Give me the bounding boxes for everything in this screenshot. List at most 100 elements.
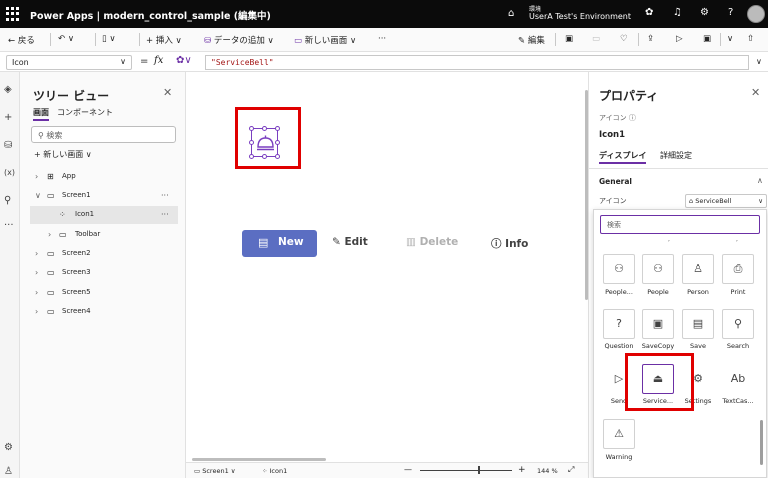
- chevron-right-icon[interactable]: ›: [35, 268, 38, 277]
- comment-icon[interactable]: ▭: [592, 34, 600, 44]
- gear-icon[interactable]: ⚙: [700, 7, 709, 18]
- screen-selector[interactable]: ▭ Screen1 ∨: [194, 467, 236, 475]
- back-label: 戻る: [17, 36, 35, 46]
- chevron-up-icon[interactable]: ∧: [757, 176, 763, 185]
- property-dropdown[interactable]: Icon ∨: [6, 55, 132, 70]
- variables-icon[interactable]: (x): [4, 168, 15, 177]
- people-icon[interactable]: ⚇: [642, 254, 674, 284]
- more-options-icon[interactable]: ···: [161, 210, 169, 219]
- zoom-slider[interactable]: [420, 470, 512, 471]
- paste-button[interactable]: ▯ ∨: [102, 34, 116, 44]
- search-icon[interactable]: ⚲: [4, 195, 11, 206]
- tab-screens[interactable]: 画面: [33, 107, 49, 121]
- resize-handle[interactable]: [262, 126, 267, 131]
- expand-formula-icon[interactable]: ∨: [756, 57, 762, 66]
- info-button[interactable]: ⓘ Info: [491, 236, 528, 251]
- resize-handle[interactable]: [249, 154, 254, 159]
- chevron-right-icon[interactable]: ›: [35, 172, 38, 181]
- account-icon[interactable]: ♙: [4, 466, 13, 477]
- search-icon[interactable]: ⚲: [722, 309, 754, 339]
- new-screen-button[interactable]: + 新しい画面 ∨: [34, 149, 92, 160]
- picker-scrollbar[interactable]: [760, 420, 763, 465]
- copilot-icon[interactable]: ▣: [565, 34, 573, 44]
- formula-input[interactable]: "ServiceBell": [205, 55, 749, 70]
- more-options-icon[interactable]: ···: [161, 191, 169, 200]
- icon1-control[interactable]: [249, 126, 280, 159]
- tree-item-screen1[interactable]: ∨ ▭ Screen1 ···: [30, 187, 178, 205]
- play-icon[interactable]: ▷: [676, 34, 683, 44]
- avatar[interactable]: [747, 5, 765, 23]
- tab-display[interactable]: ディスプレイ: [599, 150, 647, 164]
- tree-search-input[interactable]: ⚲ 検索: [31, 126, 176, 143]
- tab-components[interactable]: コンポーネント: [57, 107, 113, 118]
- close-icon[interactable]: ✕: [751, 86, 760, 99]
- section-general[interactable]: General: [599, 177, 632, 186]
- zoom-out-button[interactable]: —: [404, 465, 412, 474]
- edit-button[interactable]: ✎ 編集: [518, 34, 545, 46]
- chevron-right-icon[interactable]: ›: [35, 249, 38, 258]
- person-icon[interactable]: ♙: [682, 254, 714, 284]
- warning-icon[interactable]: ⚠: [603, 419, 635, 449]
- chevron-right-icon[interactable]: ›: [35, 307, 38, 316]
- waffle-icon[interactable]: [6, 7, 20, 21]
- environment-name[interactable]: UserA Test's Environment: [529, 12, 631, 21]
- screen-icon: ▭: [47, 249, 55, 258]
- help-icon[interactable]: ⓘ: [629, 114, 636, 122]
- publish-icon[interactable]: ⇧: [747, 34, 754, 44]
- text-case-icon[interactable]: Ab: [722, 364, 754, 394]
- app-checker-icon[interactable]: ♡: [620, 34, 628, 44]
- tab-advanced[interactable]: 詳細設定: [660, 150, 692, 161]
- canvas-horizontal-scrollbar[interactable]: [192, 458, 326, 461]
- close-icon[interactable]: ✕: [163, 86, 172, 99]
- zoom-in-button[interactable]: +: [518, 465, 526, 475]
- edit-toolbar-button[interactable]: ✎ Edit: [332, 236, 368, 248]
- copilot-formula-icon[interactable]: ✿∨: [176, 55, 192, 66]
- tree-view-icon[interactable]: ◈: [4, 84, 12, 95]
- save-icon[interactable]: ▤: [682, 309, 714, 339]
- undo-button[interactable]: ↶ ∨: [58, 34, 74, 44]
- share-icon[interactable]: ⇪: [647, 34, 654, 44]
- chevron-down-icon[interactable]: ∨: [35, 191, 41, 200]
- resize-handle[interactable]: [275, 154, 280, 159]
- control-name[interactable]: Icon1: [599, 130, 625, 140]
- print-icon[interactable]: ⎙: [722, 254, 754, 284]
- copilot-icon[interactable]: ✿: [645, 7, 653, 18]
- more-button[interactable]: ···: [378, 34, 386, 44]
- chevron-right-icon[interactable]: ›: [35, 288, 38, 297]
- tree-item-screen3[interactable]: › ▭ Screen3: [30, 264, 178, 282]
- fit-to-window-icon[interactable]: ⤢: [568, 465, 574, 475]
- resize-handle[interactable]: [249, 140, 254, 145]
- save-copy-icon[interactable]: ▣: [642, 309, 674, 339]
- save-chevron-icon[interactable]: ∨: [727, 34, 733, 44]
- tree-item-screen4[interactable]: › ▭ Screen4: [30, 303, 178, 321]
- chevron-right-icon[interactable]: ›: [48, 230, 51, 239]
- help-icon[interactable]: ?: [728, 7, 733, 18]
- tree-item-screen2[interactable]: › ▭ Screen2: [30, 245, 178, 263]
- control-selector[interactable]: ⁘ Icon1: [262, 467, 287, 475]
- icon-search-input[interactable]: 検索: [600, 215, 760, 234]
- more-icon[interactable]: ···: [4, 220, 14, 231]
- tree-item-icon1[interactable]: ⁘ Icon1 ···: [30, 206, 178, 224]
- insert-icon[interactable]: +: [4, 112, 12, 123]
- add-data-button[interactable]: ⛁ データの追加 ∨: [204, 34, 274, 46]
- icon-property-dropdown[interactable]: ⌂ ServiceBell ∨: [685, 194, 767, 208]
- data-icon[interactable]: ⛁: [4, 140, 12, 151]
- resize-handle[interactable]: [275, 140, 280, 145]
- resize-handle[interactable]: [249, 126, 254, 131]
- tree-item-screen5[interactable]: › ▭ Screen5: [30, 284, 178, 302]
- tree-item-toolbar[interactable]: › ▭ Toolbar: [30, 226, 178, 244]
- new-screen-button[interactable]: ▭ 新しい画面 ∨: [294, 34, 356, 46]
- question-icon[interactable]: ?: [603, 309, 635, 339]
- settings-icon[interactable]: ⚙: [4, 442, 13, 453]
- resize-handle[interactable]: [262, 154, 267, 159]
- new-button[interactable]: ▤ New: [242, 230, 317, 257]
- delete-button[interactable]: ▥ Delete: [406, 236, 458, 248]
- people-add-icon[interactable]: ⚇: [603, 254, 635, 284]
- back-button[interactable]: ← 戻る: [8, 34, 35, 46]
- zoom-slider-thumb[interactable]: [478, 466, 480, 474]
- insert-button[interactable]: + 挿入 ∨: [146, 34, 182, 46]
- save-icon[interactable]: ▣: [703, 34, 711, 44]
- tree-item-app[interactable]: › ⊞ App: [30, 168, 178, 186]
- bell-icon[interactable]: ♫: [673, 7, 682, 18]
- resize-handle[interactable]: [275, 126, 280, 131]
